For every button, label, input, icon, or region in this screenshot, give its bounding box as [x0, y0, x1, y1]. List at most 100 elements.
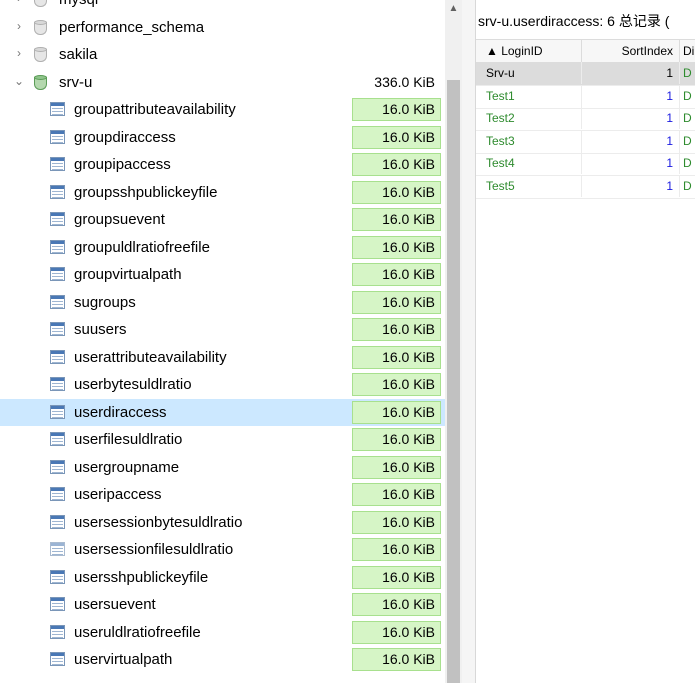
column-header-sortindex[interactable]: SortIndex	[582, 40, 680, 63]
table-icon	[50, 432, 65, 446]
table-item-usergroupname[interactable]: usergroupname 16.0 KiB	[0, 454, 445, 481]
table-size-badge: 16.0 KiB	[352, 483, 441, 506]
database-icon	[34, 0, 47, 7]
cell-loginid[interactable]: Test2	[476, 107, 582, 130]
tree-item-performance_schema[interactable]: › performance_schema	[0, 14, 445, 41]
cell-sortindex[interactable]: 1	[582, 62, 680, 84]
pane-splitter[interactable]	[462, 0, 476, 683]
table-item-groupvirtualpath[interactable]: groupvirtualpath 16.0 KiB	[0, 261, 445, 288]
database-name: mysql	[59, 0, 98, 8]
data-grid-pane: srv-u.userdiraccess: 6 总记录 ( ▲ LoginID S…	[476, 0, 695, 683]
table-size-badge: 16.0 KiB	[352, 373, 441, 396]
table-size-badge: 16.0 KiB	[352, 510, 441, 534]
table-item-groupsuevent[interactable]: groupsuevent 16.0 KiB	[0, 206, 445, 233]
table-item-userfilesuldlratio[interactable]: userfilesuldlratio 16.0 KiB	[0, 426, 445, 453]
cell-sortindex[interactable]: 1	[582, 152, 680, 175]
table-name: sugroups	[74, 293, 136, 311]
cell-sortindex[interactable]: 1	[582, 129, 680, 152]
column-header-dir[interactable]: Di	[680, 40, 695, 63]
scroll-up-arrow-icon[interactable]: ▲	[445, 0, 462, 17]
table-name: usersessionfilesuldlratio	[74, 541, 234, 558]
table-row[interactable]: Test5 1 D	[476, 175, 695, 199]
table-size-badge: 16.0 KiB	[352, 648, 441, 671]
cell-sortindex[interactable]: 1	[582, 107, 680, 130]
table-size-badge: 16.0 KiB	[352, 455, 441, 479]
table-item-groupipaccess[interactable]: groupipaccess 16.0 KiB	[0, 151, 445, 178]
cell-loginid[interactable]: Srv-u	[476, 62, 582, 84]
cell-loginid[interactable]: Test1	[476, 84, 582, 107]
expand-arrow-icon[interactable]: ›	[13, 46, 25, 60]
table-name: usergroupname	[74, 458, 180, 476]
table-icon	[50, 514, 65, 529]
cell-sortindex[interactable]: 1	[582, 84, 680, 107]
cell-loginid[interactable]: Test3	[476, 129, 582, 152]
cell-sortindex[interactable]: 1	[582, 175, 680, 197]
table-size-badge: 16.0 KiB	[352, 290, 441, 314]
table-item-usersuevent[interactable]: usersuevent 16.0 KiB	[0, 591, 445, 618]
table-name: groupsshpublickeyfile	[74, 183, 218, 201]
cell-loginid[interactable]: Test4	[476, 152, 582, 175]
table-item-sugroups[interactable]: sugroups 16.0 KiB	[0, 289, 445, 316]
tree-item-mysql[interactable]: › mysql	[0, 0, 445, 13]
expand-arrow-icon[interactable]: ›	[13, 19, 25, 33]
table-icon	[50, 349, 65, 364]
table-icon	[50, 267, 65, 281]
table-size-badge: 16.0 KiB	[352, 620, 441, 644]
table-row[interactable]: Test1 1 D	[476, 84, 695, 109]
cell-dir[interactable]: D	[680, 152, 695, 174]
scroll-thumb[interactable]	[447, 80, 460, 683]
tree-scrollbar[interactable]: ▲	[445, 0, 462, 683]
table-item-suusers[interactable]: suusers 16.0 KiB	[0, 316, 445, 343]
table-item-usersessionbytesuldlratio[interactable]: usersessionbytesuldlratio 16.0 KiB	[0, 509, 445, 536]
table-row[interactable]: Test2 1 D	[476, 107, 695, 132]
table-row[interactable]: Srv-u 1 D	[476, 62, 695, 86]
table-size-badge: 16.0 KiB	[352, 565, 441, 589]
table-item-useripaccess[interactable]: useripaccess 16.0 KiB	[0, 481, 445, 508]
table-icon	[50, 322, 65, 336]
cell-dir[interactable]: D	[680, 175, 695, 197]
table-item-uservirtualpath[interactable]: uservirtualpath 16.0 KiB	[0, 646, 445, 673]
table-size-badge: 16.0 KiB	[352, 345, 441, 369]
cell-loginid[interactable]: Test5	[476, 175, 582, 197]
table-name: groupvirtualpath	[74, 266, 182, 283]
table-name: userbytesuldlratio	[74, 376, 192, 393]
table-icon	[50, 542, 65, 556]
table-item-groupdiraccess[interactable]: groupdiraccess 16.0 KiB	[0, 124, 445, 151]
table-item-groupattributeavailability[interactable]: groupattributeavailability 16.0 KiB	[0, 96, 445, 123]
table-name: suusers	[74, 321, 127, 338]
database-icon	[34, 47, 47, 62]
database-icon	[34, 74, 47, 90]
table-item-usersshpublickeyfile[interactable]: usersshpublickeyfile 16.0 KiB	[0, 564, 445, 591]
table-item-userattributeavailability[interactable]: userattributeavailability 16.0 KiB	[0, 344, 445, 371]
table-icon	[50, 294, 65, 309]
cell-dir[interactable]: D	[680, 107, 695, 129]
tree-item-srv-u[interactable]: ⌄ srv-u 336.0 KiB	[0, 69, 445, 96]
table-icon	[50, 487, 65, 501]
table-item-userdiraccess[interactable]: userdiraccess 16.0 KiB	[0, 398, 445, 426]
table-row[interactable]: Test4 1 D	[476, 152, 695, 177]
column-header-loginid[interactable]: ▲ LoginID	[476, 40, 582, 63]
table-item-groupuldlratiofreefile[interactable]: groupuldlratiofreefile 16.0 KiB	[0, 234, 445, 261]
table-name: groupattributeavailability	[74, 101, 236, 118]
table-item-groupsshpublickeyfile[interactable]: groupsshpublickeyfile 16.0 KiB	[0, 179, 445, 206]
collapse-arrow-icon[interactable]: ⌄	[13, 74, 25, 88]
table-row[interactable]: Test3 1 D	[476, 129, 695, 154]
cell-dir[interactable]: D	[680, 130, 695, 152]
table-name: usersshpublickeyfile	[74, 568, 209, 586]
table-size-badge: 16.0 KiB	[352, 208, 441, 231]
table-size-badge: 16.0 KiB	[352, 180, 441, 204]
database-icon	[34, 19, 47, 35]
tree-item-sakila[interactable]: › sakila	[0, 41, 445, 68]
table-icon	[50, 597, 65, 611]
table-name: useruldlratiofreefile	[74, 623, 201, 641]
table-size-badge: 16.0 KiB	[352, 263, 441, 286]
table-size-badge: 16.0 KiB	[352, 98, 441, 121]
table-name: userdiraccess	[74, 403, 167, 421]
cell-dir[interactable]: D	[680, 62, 695, 84]
cell-dir[interactable]: D	[680, 85, 695, 107]
grid-header: ▲ LoginID SortIndex Di	[476, 39, 695, 64]
table-item-useruldlratiofreefile[interactable]: useruldlratiofreefile 16.0 KiB	[0, 619, 445, 646]
table-item-userbytesuldlratio[interactable]: userbytesuldlratio 16.0 KiB	[0, 371, 445, 398]
table-item-usersessionfilesuldlratio[interactable]: usersessionfilesuldlratio 16.0 KiB	[0, 536, 445, 563]
expand-arrow-icon[interactable]: ›	[13, 0, 25, 5]
